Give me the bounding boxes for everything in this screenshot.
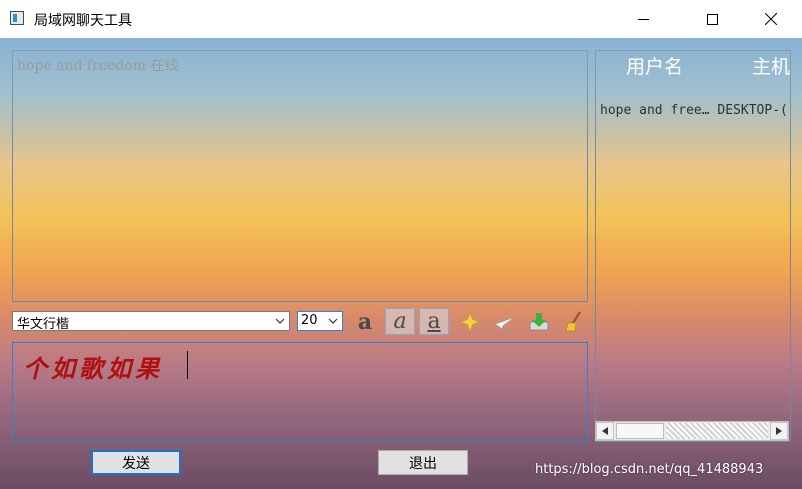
font-family-select[interactable]: 华文行楷	[12, 311, 290, 332]
column-header-username[interactable]: 用户名	[626, 53, 683, 81]
chevron-down-icon	[326, 314, 340, 328]
underline-icon: a	[427, 308, 441, 334]
chevron-down-icon	[273, 314, 287, 328]
scroll-left-icon[interactable]	[596, 422, 614, 440]
italic-button[interactable]: a	[385, 308, 415, 335]
text-color-button[interactable]	[455, 308, 485, 335]
broom-icon	[565, 310, 581, 331]
window-title: 局域网聊天工具	[34, 13, 132, 29]
italic-icon: a	[393, 308, 407, 334]
window-client-area: hope and freedom 在线 用户名 主机 hope and free…	[0, 38, 802, 489]
watermark-url: https://blog.csdn.net/qq_41488943	[535, 462, 764, 477]
horizontal-scrollbar[interactable]	[595, 421, 789, 441]
chat-message: hope and freedom 在线	[17, 58, 179, 74]
clear-button[interactable]	[559, 308, 589, 335]
close-icon[interactable]	[748, 0, 794, 38]
font-family-value: 华文行楷	[17, 317, 70, 332]
user-list-row[interactable]: hope and free… DESKTOP-(	[600, 103, 788, 118]
paper-plane-icon	[494, 316, 516, 330]
message-input-text: 个如歌如果	[23, 354, 163, 383]
font-size-select[interactable]: 20	[297, 311, 343, 331]
chat-history[interactable]: hope and freedom 在线	[12, 50, 588, 302]
text-caret	[187, 351, 188, 379]
message-input[interactable]: 个如歌如果	[12, 342, 588, 442]
bold-button[interactable]: a	[350, 308, 380, 335]
exit-button[interactable]: 退出	[378, 450, 468, 475]
maximize-icon[interactable]	[689, 0, 735, 38]
minimize-icon[interactable]	[620, 0, 666, 38]
save-download-icon	[529, 312, 549, 330]
scroll-track[interactable]	[666, 423, 768, 439]
title-bar: 局域网聊天工具	[0, 0, 802, 39]
user-list[interactable]: 用户名 主机 hope and free… DESKTOP-(	[595, 50, 791, 442]
app-icon	[10, 11, 24, 25]
user-host-cell: DESKTOP-(	[717, 103, 788, 118]
send-file-button[interactable]	[490, 308, 520, 335]
save-record-button[interactable]	[524, 308, 554, 335]
column-header-host[interactable]: 主机	[752, 53, 790, 81]
color-icon	[460, 311, 480, 332]
bold-icon: a	[357, 308, 373, 335]
underline-button[interactable]: a	[419, 308, 449, 335]
scroll-right-icon[interactable]	[770, 422, 788, 440]
send-button[interactable]: 发送	[91, 450, 181, 475]
scroll-thumb[interactable]	[616, 423, 664, 439]
user-name-cell: hope and free…	[600, 103, 710, 118]
font-size-value: 20	[301, 313, 318, 328]
